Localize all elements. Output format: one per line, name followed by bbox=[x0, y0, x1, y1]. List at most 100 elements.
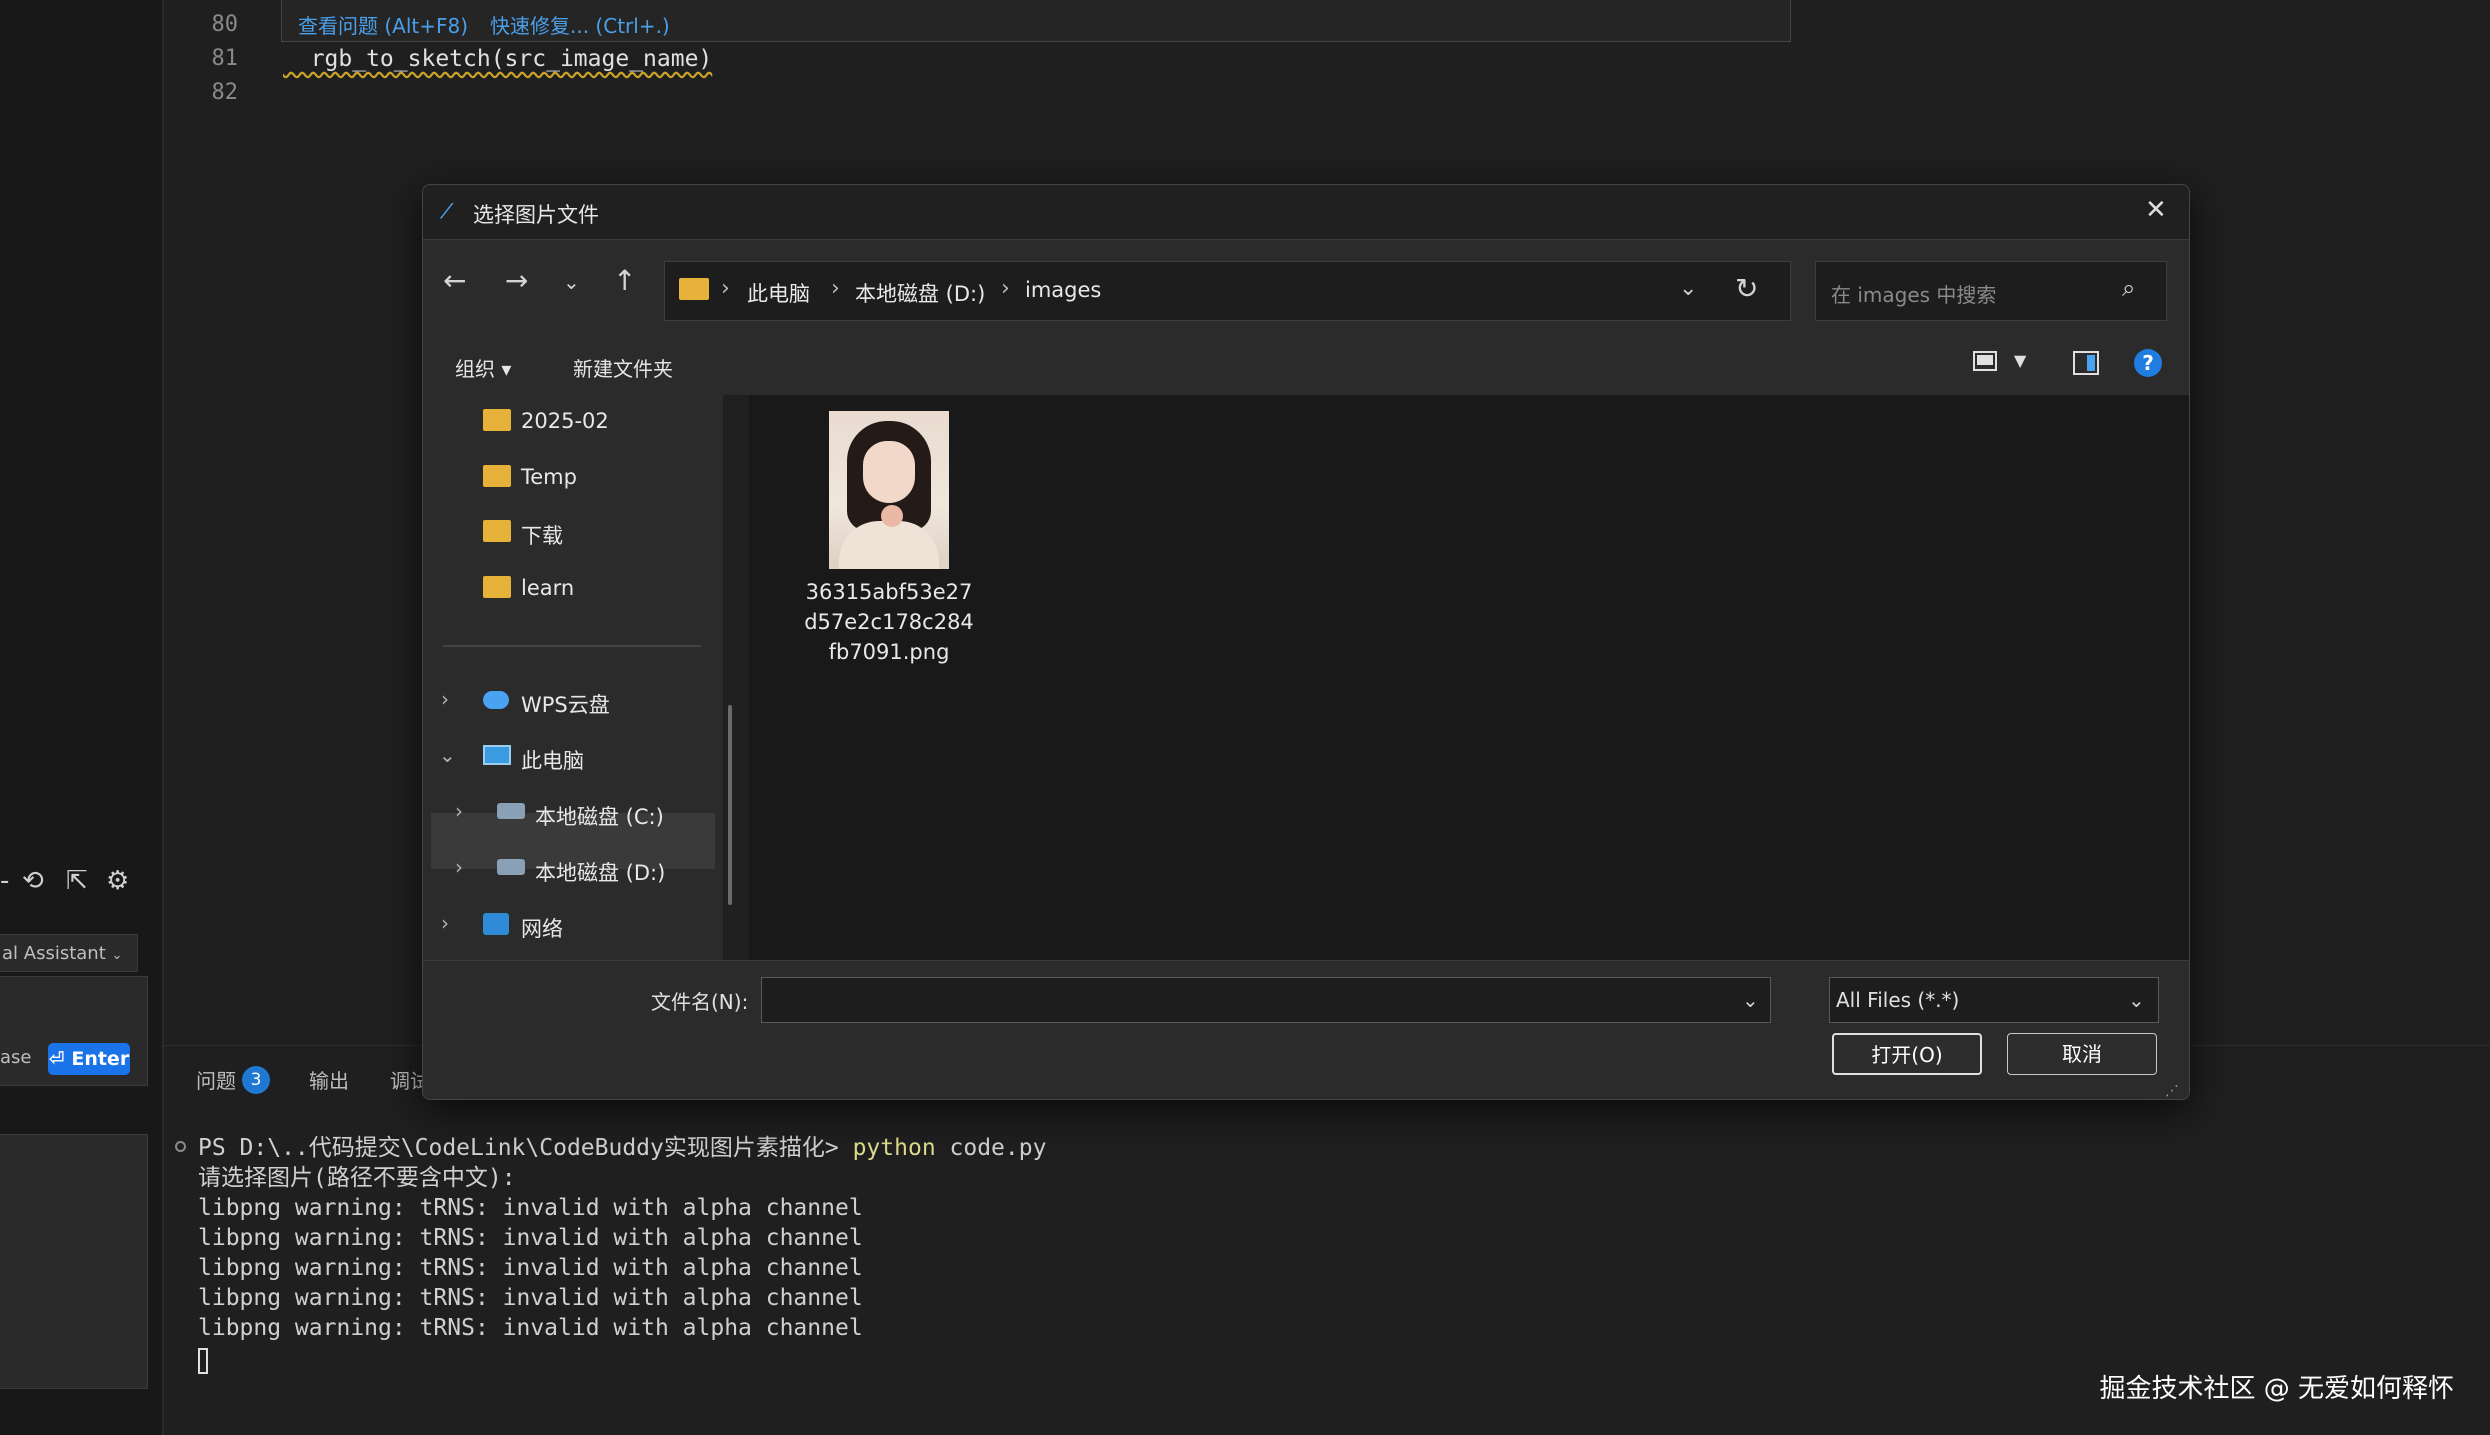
new-folder-button[interactable]: 新建文件夹 bbox=[573, 353, 673, 382]
terminal-command: python bbox=[852, 1135, 936, 1161]
back-arrow-icon[interactable]: ← bbox=[443, 264, 466, 297]
line-number: 82 bbox=[211, 80, 239, 105]
organize-button[interactable]: 组织 ▾ bbox=[455, 353, 511, 382]
view-mode-icon[interactable] bbox=[1973, 351, 1997, 371]
folder-icon bbox=[483, 409, 511, 431]
file-type-select[interactable]: All Files (*.*) ⌄ bbox=[1829, 977, 2159, 1023]
dialog-toolbar: 组织 ▾ 新建文件夹 ▼ ? bbox=[423, 333, 2189, 395]
nav-item-disk-d[interactable]: › 本地磁盘 (D:) bbox=[423, 843, 723, 895]
nav-item-this-pc[interactable]: ⌄ 此电脑 bbox=[423, 731, 723, 783]
forward-arrow-icon[interactable]: → bbox=[505, 264, 528, 297]
filename-field[interactable]: ⌄ bbox=[761, 977, 1771, 1023]
address-bar[interactable]: › 此电脑 › 本地磁盘 (D:) › images ⌄ ↻ bbox=[664, 261, 1791, 321]
line-number: 81 bbox=[211, 46, 239, 71]
navigation-pane: 2025-02 Temp 下载 learn › WPS云盘 ⌄ 此电脑 › 本地… bbox=[423, 395, 732, 960]
nav-item-label: learn bbox=[521, 576, 575, 600]
open-external-icon[interactable]: ⇱ bbox=[66, 866, 88, 896]
terminal-line: 请选择图片(路径不要含中文): bbox=[198, 1165, 516, 1191]
nav-divider bbox=[443, 645, 701, 647]
dialog-footer: 文件名(N): ⌄ All Files (*.*) ⌄ 打开(O) 取消 ⋰ bbox=[423, 960, 2189, 1099]
nav-item-label: 本地磁盘 (D:) bbox=[535, 861, 666, 885]
nav-item-label: 网络 bbox=[521, 917, 563, 941]
quick-fix-link[interactable]: 快速修复... (Ctrl+.) bbox=[490, 10, 670, 39]
watermark: 掘金技术社区 @ 无爱如何释怀 bbox=[2099, 1374, 2454, 1404]
disk-icon bbox=[497, 859, 525, 875]
folder-icon bbox=[679, 278, 709, 300]
enter-button-label: Enter bbox=[71, 1048, 130, 1070]
nav-item-label: WPS云盘 bbox=[521, 693, 610, 717]
up-arrow-icon[interactable]: ↑ bbox=[613, 264, 636, 297]
nav-item-2025-02[interactable]: 2025-02 bbox=[423, 395, 723, 447]
code-line[interactable]: rgb_to_sketch(src_image_name) bbox=[283, 46, 713, 72]
terminal-prompt: PS D:\..代码提交\CodeLink\CodeBuddy实现图片素描化> bbox=[198, 1135, 853, 1161]
nav-item-wps-cloud[interactable]: › WPS云盘 bbox=[423, 675, 723, 727]
view-problem-link[interactable]: 查看问题 (Alt+F8) bbox=[298, 10, 468, 39]
resize-grip-icon[interactable]: ⋰ bbox=[2165, 1083, 2179, 1099]
nav-item-downloads[interactable]: 下载 bbox=[423, 506, 723, 558]
breadcrumb-disk-d[interactable]: 本地磁盘 (D:) bbox=[855, 278, 985, 308]
breadcrumb-separator-icon[interactable]: › bbox=[1001, 276, 1010, 301]
nav-item-learn[interactable]: learn bbox=[423, 562, 723, 614]
chevron-right-icon[interactable]: › bbox=[455, 855, 463, 879]
cloud-icon bbox=[483, 691, 509, 709]
view-mode-dropdown-icon[interactable]: ▼ bbox=[2014, 351, 2026, 370]
chevron-right-icon[interactable]: › bbox=[441, 911, 449, 935]
file-name-line: fb7091.png bbox=[828, 640, 950, 664]
chevron-right-icon[interactable]: › bbox=[455, 799, 463, 823]
chevron-down-icon[interactable]: ⌄ bbox=[1742, 988, 1759, 1012]
line-number: 80 bbox=[211, 12, 239, 37]
file-thumbnail bbox=[829, 411, 949, 569]
settings-icon[interactable]: ⚙ bbox=[106, 866, 129, 896]
breadcrumb-this-pc[interactable]: 此电脑 bbox=[747, 278, 810, 308]
file-item[interactable]: 36315abf53e27 d57e2c178c284 fb7091.png bbox=[749, 395, 1029, 664]
minus-icon[interactable]: - bbox=[0, 866, 9, 896]
disk-icon bbox=[497, 803, 525, 819]
dialog-title: 选择图片文件 bbox=[473, 203, 599, 227]
dialog-titlebar: ⁄ 选择图片文件 ✕ bbox=[423, 185, 2189, 239]
help-icon[interactable]: ? bbox=[2134, 349, 2162, 377]
file-type-value: All Files (*.*) bbox=[1836, 988, 1960, 1012]
search-input[interactable]: 在 images 中搜索 ⌕ bbox=[1815, 261, 2167, 321]
chevron-right-icon[interactable]: › bbox=[441, 687, 449, 711]
terminal[interactable]: PS D:\..代码提交\CodeLink\CodeBuddy实现图片素描化> … bbox=[176, 1133, 1046, 1343]
enter-button[interactable]: ⏎ Enter bbox=[48, 1043, 130, 1075]
chevron-down-icon[interactable]: ⌄ bbox=[439, 743, 456, 767]
preview-pane-icon[interactable] bbox=[2073, 351, 2099, 375]
side-panel: - ⟲ ⇱ ⚙ al Assistant ⌄ ase ⏎ Enter bbox=[0, 0, 164, 1435]
close-icon[interactable]: ✕ bbox=[2145, 195, 2167, 225]
chevron-down-icon[interactable]: ⌄ bbox=[1679, 276, 1697, 301]
file-list: 36315abf53e27 d57e2c178c284 fb7091.png bbox=[749, 395, 2189, 960]
tab-problems[interactable]: 问题 bbox=[196, 1065, 236, 1094]
chevron-down-icon: ⌄ bbox=[111, 948, 123, 963]
folder-icon bbox=[483, 576, 511, 598]
assistant-select-label: al Assistant bbox=[2, 943, 106, 964]
cancel-button[interactable]: 取消 bbox=[2007, 1033, 2157, 1075]
search-placeholder: 在 images 中搜索 bbox=[1831, 283, 1997, 307]
search-icon: ⌕ bbox=[2122, 274, 2136, 302]
history-icon[interactable]: ⟲ bbox=[22, 866, 44, 896]
breadcrumb-separator-icon[interactable]: › bbox=[721, 276, 730, 301]
nav-scrollbar[interactable] bbox=[728, 705, 732, 905]
chevron-down-icon: ⌄ bbox=[2128, 988, 2145, 1012]
dialog-navigation-bar: ← → ⌄ ↑ › 此电脑 › 本地磁盘 (D:) › images ⌄ ↻ 在… bbox=[423, 239, 2189, 334]
recent-locations-chevron-icon[interactable]: ⌄ bbox=[563, 270, 580, 294]
refresh-icon[interactable]: ↻ bbox=[1735, 272, 1758, 305]
tab-output[interactable]: 输出 bbox=[309, 1065, 349, 1094]
terminal-prompt-line: PS D:\..代码提交\CodeLink\CodeBuddy实现图片素描化> … bbox=[176, 1133, 1046, 1163]
breadcrumb-separator-icon[interactable]: › bbox=[831, 276, 840, 301]
thumbnail-body bbox=[839, 521, 939, 569]
nav-item-network[interactable]: › 网络 bbox=[423, 899, 723, 951]
terminal-line: libpng warning: tRNS: invalid with alpha… bbox=[198, 1225, 863, 1251]
open-button[interactable]: 打开(O) bbox=[1832, 1033, 1982, 1075]
hover-widget: 查看问题 (Alt+F8) 快速修复... (Ctrl+.) bbox=[281, 0, 1791, 42]
file-name-line: d57e2c178c284 bbox=[804, 610, 974, 634]
nav-item-disk-c[interactable]: › 本地磁盘 (C:) bbox=[423, 787, 723, 839]
nav-item-temp[interactable]: Temp bbox=[423, 451, 723, 503]
terminal-line: libpng warning: tRNS: invalid with alpha… bbox=[198, 1195, 863, 1221]
filename-label: 文件名(N): bbox=[651, 990, 749, 1014]
thumbnail-face bbox=[863, 441, 915, 503]
breadcrumb-images[interactable]: images bbox=[1025, 278, 1101, 302]
terminal-line: libpng warning: tRNS: invalid with alpha… bbox=[198, 1285, 863, 1311]
assistant-select[interactable]: al Assistant ⌄ bbox=[0, 934, 138, 972]
terminal-cursor bbox=[198, 1348, 208, 1374]
